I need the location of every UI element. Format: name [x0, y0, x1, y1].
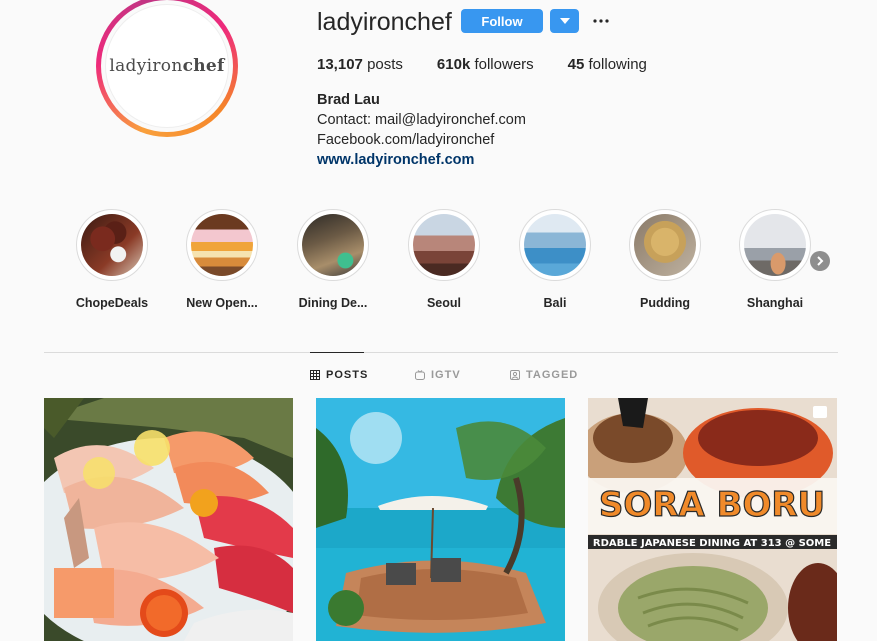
sora-boru-subtitle: RDABLE JAPANESE DINING AT 313 @ SOME: [593, 538, 831, 549]
highlight-thumbnail: [81, 214, 143, 276]
highlights-next-button[interactable]: [810, 251, 830, 271]
followers-count[interactable]: 610k followers: [437, 56, 534, 73]
chevron-right-icon: [817, 256, 824, 266]
igtv-icon: [415, 370, 425, 380]
highlight-chopedeals[interactable]: ChopeDeals: [57, 209, 167, 310]
grid-icon: [310, 370, 320, 380]
follow-button[interactable]: Follow: [461, 9, 543, 33]
tab-igtv[interactable]: IGTV: [415, 369, 461, 381]
bio-facebook-line: Facebook.com/ladyironchef: [317, 132, 495, 148]
profile-avatar[interactable]: ladyironchef: [96, 0, 238, 137]
profile-bio: Brad Lau Contact: mail@ladyironchef.com …: [317, 90, 526, 170]
video-badge-icon: [813, 406, 827, 418]
profile-stats: 13,107 posts 610k followers 45 following: [317, 56, 681, 73]
following-count[interactable]: 45 following: [568, 56, 647, 73]
highlight-thumbnail: [524, 214, 586, 276]
highlight-thumbnail: [302, 214, 364, 276]
tab-posts[interactable]: POSTS: [310, 369, 368, 381]
active-tab-indicator: [310, 352, 364, 353]
avatar-logo: ladyironchef: [109, 56, 225, 76]
sashimi-image: [44, 398, 293, 641]
suggested-dropdown-button[interactable]: [550, 9, 579, 33]
story-highlights: ChopeDeals New Open... Dining De... Seou…: [0, 209, 877, 319]
ellipsis-icon: [593, 19, 609, 23]
highlight-thumbnail: [413, 214, 475, 276]
profile-username: ladyironchef: [317, 8, 452, 36]
highlight-bali[interactable]: Bali: [500, 209, 610, 310]
highlight-new-openings[interactable]: New Open...: [167, 209, 277, 310]
highlight-thumbnail: [191, 214, 253, 276]
highlight-pudding[interactable]: Pudding: [610, 209, 720, 310]
bali-pool-image: [316, 398, 565, 641]
bio-website-link[interactable]: www.ladyironchef.com: [317, 150, 526, 170]
bio-full-name: Brad Lau: [317, 92, 380, 108]
highlight-seoul[interactable]: Seoul: [389, 209, 499, 310]
post-thumbnail-bali-pool[interactable]: [316, 398, 565, 641]
tabs-divider: [44, 352, 838, 353]
tab-tagged[interactable]: TAGGED: [510, 369, 578, 381]
highlight-thumbnail: [744, 214, 806, 276]
highlight-dining-deals[interactable]: Dining De...: [278, 209, 388, 310]
post-thumbnail-sora-boru[interactable]: SORA BORU RDABLE JAPANESE DINING AT 313 …: [588, 398, 837, 641]
highlight-thumbnail: [634, 214, 696, 276]
sora-boru-title: SORA BORU: [599, 485, 825, 525]
sora-boru-image: SORA BORU RDABLE JAPANESE DINING AT 313 …: [588, 398, 837, 641]
caret-down-icon: [559, 18, 570, 24]
post-thumbnail-sashimi[interactable]: [44, 398, 293, 641]
tagged-user-icon: [510, 370, 520, 380]
posts-count: 13,107 posts: [317, 56, 403, 73]
more-options-button[interactable]: [591, 10, 611, 32]
bio-contact-line: Contact: mail@ladyironchef.com: [317, 112, 526, 128]
